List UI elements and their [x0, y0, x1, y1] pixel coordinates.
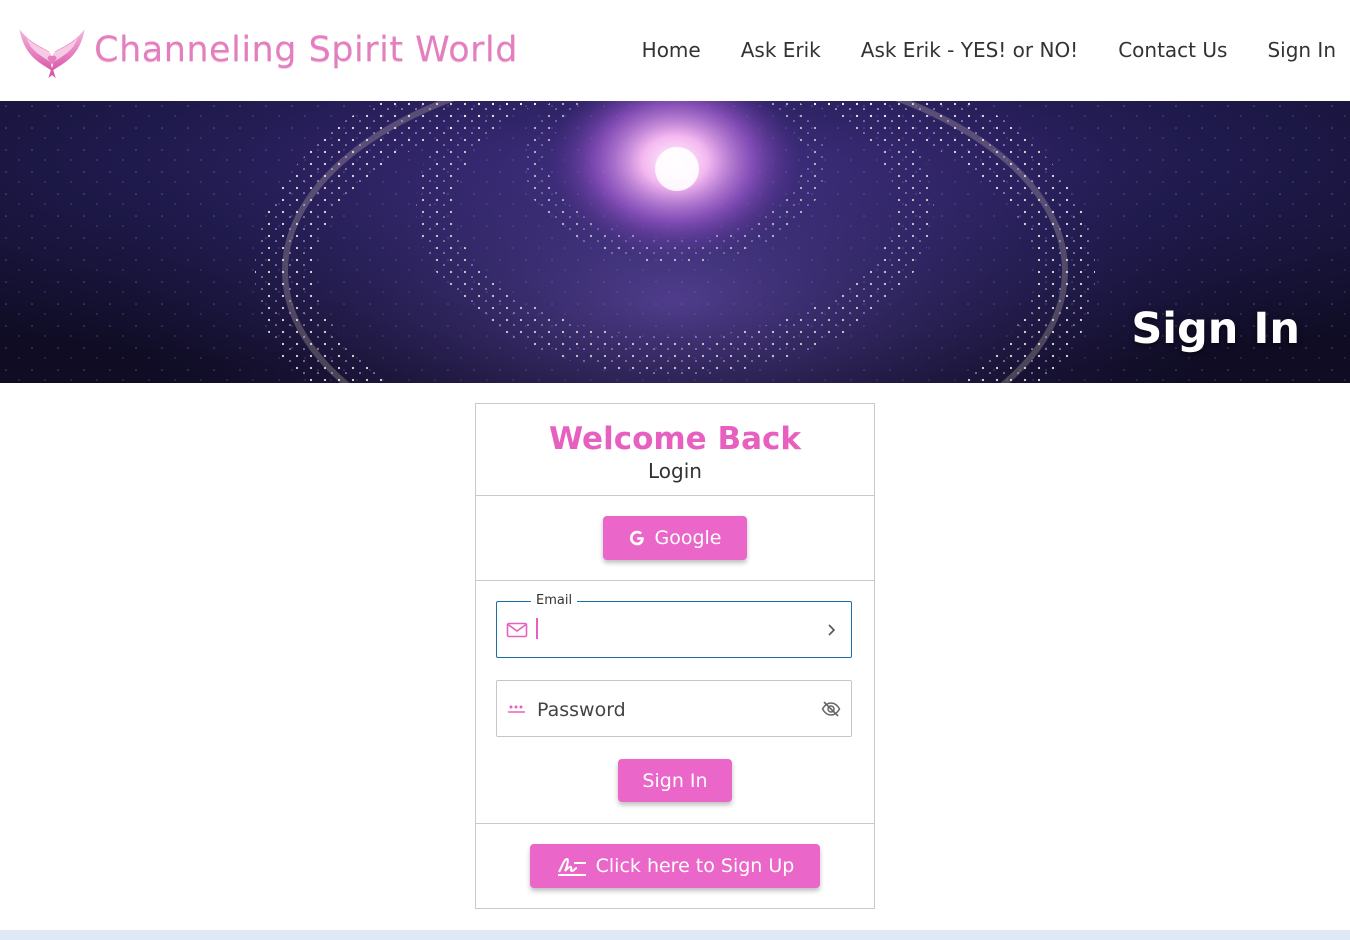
mail-icon: [506, 622, 528, 638]
password-field[interactable]: [496, 680, 852, 737]
nav-ask-erik-yes-no[interactable]: Ask Erik - YES! or NO!: [841, 36, 1098, 64]
google-icon: [630, 530, 645, 546]
password-input[interactable]: [535, 691, 809, 729]
login-header: Welcome Back Login: [476, 404, 874, 496]
google-login-button[interactable]: Google: [603, 516, 747, 560]
nav-home[interactable]: Home: [622, 36, 721, 64]
main-nav: Home Ask Erik Ask Erik - YES! or NO! Con…: [622, 36, 1350, 64]
login-card: Welcome Back Login Google Email Sign In …: [475, 403, 875, 909]
sign-up-button[interactable]: Click here to Sign Up: [530, 844, 820, 888]
footer-strip: [0, 930, 1350, 940]
email-label: Email: [531, 593, 578, 609]
login-subtitle: Login: [648, 459, 702, 483]
winged-heart-logo-icon: [19, 29, 85, 79]
email-input[interactable]: [535, 612, 809, 650]
password-dots-icon: [508, 705, 525, 713]
site-header: Channeling Spirit World Home Ask Erik As…: [0, 0, 1350, 101]
signup-section: Click here to Sign Up: [476, 824, 874, 908]
chevron-right-icon[interactable]: [821, 620, 841, 640]
nav-ask-erik[interactable]: Ask Erik: [721, 36, 841, 64]
login-form: Email Sign In: [476, 581, 874, 824]
signature-icon: [557, 857, 586, 876]
site-title: Channeling Spirit World: [94, 30, 518, 70]
hero-banner: Sign In: [0, 101, 1350, 383]
welcome-heading: Welcome Back: [548, 421, 802, 457]
google-button-label: Google: [654, 527, 722, 549]
email-field[interactable]: Email: [496, 593, 852, 658]
nav-sign-in[interactable]: Sign In: [1247, 36, 1350, 64]
sign-in-button[interactable]: Sign In: [618, 759, 732, 802]
text-cursor: [536, 618, 538, 639]
sign-up-button-label: Click here to Sign Up: [595, 855, 795, 877]
site-logo[interactable]: Channeling Spirit World: [18, 8, 518, 92]
nav-contact-us[interactable]: Contact Us: [1098, 36, 1247, 64]
eye-off-icon[interactable]: [821, 699, 841, 719]
hero-title: Sign In: [1131, 304, 1300, 354]
social-login-section: Google: [476, 496, 874, 581]
